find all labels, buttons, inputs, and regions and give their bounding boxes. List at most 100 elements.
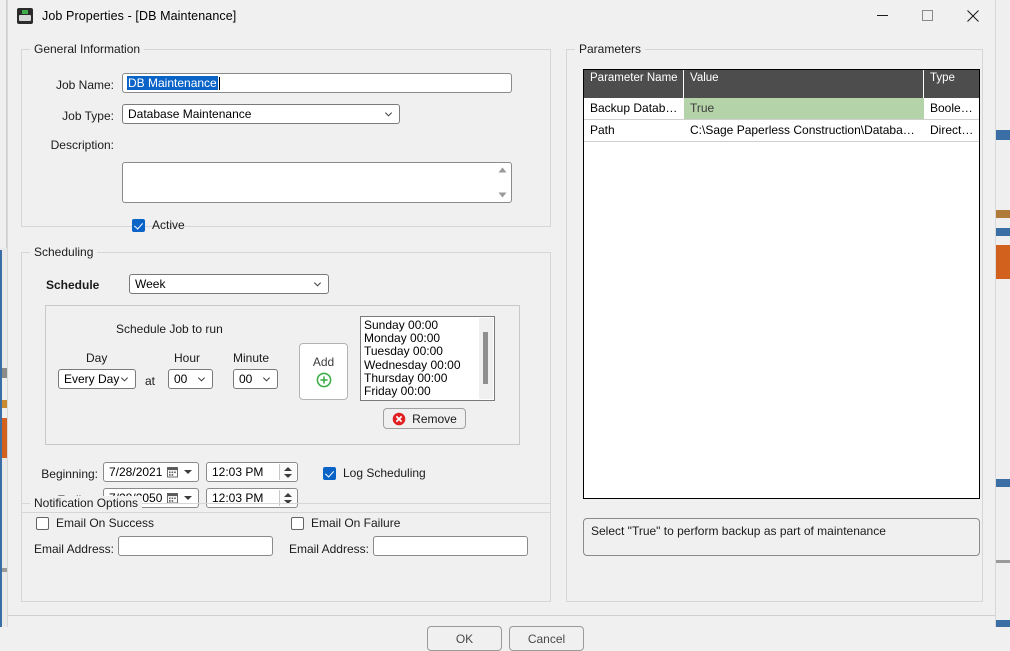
chevron-down-icon bbox=[197, 377, 206, 382]
job-type-select[interactable]: Database Maintenance bbox=[122, 104, 400, 124]
hour-label: Hour bbox=[174, 351, 201, 365]
description-label: Description: bbox=[50, 138, 114, 152]
beginning-date-value: 7/28/2021 bbox=[109, 465, 163, 479]
email-on-failure-label: Email On Failure bbox=[311, 516, 401, 530]
email-on-failure-checkbox[interactable] bbox=[291, 516, 304, 530]
schedule-panel-title: Schedule Job to run bbox=[116, 322, 223, 336]
active-checkbox[interactable] bbox=[132, 218, 145, 232]
email-on-failure-row[interactable]: Email On Failure bbox=[291, 516, 400, 530]
parameters-grid[interactable]: Parameter Name Value Type Backup Databas… bbox=[583, 69, 980, 499]
remove-button-label: Remove bbox=[412, 411, 457, 426]
add-circle-icon bbox=[316, 372, 331, 388]
beginning-time-input[interactable]: 12:03 PM bbox=[206, 462, 298, 482]
chevron-down-icon bbox=[262, 377, 271, 382]
window-controls bbox=[860, 0, 995, 31]
scrollbar-thumb[interactable] bbox=[483, 332, 488, 384]
beginning-time-value: 12:03 PM bbox=[212, 465, 264, 479]
maximize-button[interactable] bbox=[905, 0, 950, 31]
active-label: Active bbox=[152, 218, 185, 232]
notification-options-title: Notification Options bbox=[30, 496, 143, 510]
beginning-date-picker[interactable]: 7/28/2021 bbox=[103, 462, 199, 482]
log-scheduling-checkbox-row[interactable]: Log Scheduling bbox=[323, 466, 426, 480]
success-email-address-input[interactable] bbox=[118, 536, 273, 556]
day-select[interactable]: Every Day bbox=[58, 369, 136, 389]
scroll-down-icon bbox=[498, 192, 506, 198]
list-item[interactable]: Friday 00:00 bbox=[364, 384, 476, 398]
failure-email-address-label: Email Address: bbox=[288, 542, 369, 556]
scroll-up-icon bbox=[498, 167, 506, 173]
schedule-frequency-select[interactable]: Week bbox=[129, 274, 329, 294]
window-title: Job Properties - [DB Maintenance] bbox=[42, 8, 237, 23]
schedule-entries-list[interactable]: Sunday 00:00 Monday 00:00 Tuesday 00:00 … bbox=[360, 316, 495, 401]
active-checkbox-row[interactable]: Active bbox=[132, 218, 185, 232]
column-header-type[interactable]: Type bbox=[924, 70, 979, 98]
job-properties-window: Job Properties - [DB Maintenance] Genera… bbox=[7, 0, 996, 651]
job-type-label: Job Type: bbox=[62, 109, 114, 123]
minute-label: Minute bbox=[233, 351, 270, 365]
table-row[interactable]: Backup Database True Boolean bbox=[584, 98, 979, 120]
calendar-icon bbox=[167, 467, 178, 478]
schedule-frequency-value: Week bbox=[135, 277, 166, 291]
job-name-input[interactable]: DB Maintenance bbox=[122, 73, 512, 93]
minute-value: 00 bbox=[239, 372, 253, 386]
description-scroll-arrows[interactable] bbox=[494, 164, 510, 201]
job-type-value: Database Maintenance bbox=[128, 107, 252, 121]
list-item[interactable]: Tuesday 00:00 bbox=[364, 345, 476, 358]
failure-email-address-input[interactable] bbox=[373, 536, 528, 556]
add-button-label: Add bbox=[312, 355, 335, 369]
schedule-list-scrollbar[interactable] bbox=[479, 318, 493, 399]
at-label: at bbox=[145, 374, 156, 388]
hour-select[interactable]: 00 bbox=[168, 369, 213, 389]
schedule-entries-items: Sunday 00:00 Monday 00:00 Tuesday 00:00 … bbox=[364, 318, 476, 398]
background-window-strip-left bbox=[0, 0, 7, 627]
cell-parameter-name: Path bbox=[590, 123, 615, 137]
spinner-up-icon[interactable] bbox=[284, 492, 292, 497]
email-on-success-checkbox[interactable] bbox=[36, 516, 49, 530]
cell-value[interactable]: C:\Sage Paperless Construction\Database\… bbox=[684, 120, 924, 141]
day-value: Every Day bbox=[64, 372, 120, 386]
spinner-down-icon[interactable] bbox=[284, 473, 292, 478]
remove-circle-icon bbox=[392, 412, 406, 425]
chevron-down-icon bbox=[313, 282, 322, 287]
dialog-body: General Information Job Name: DB Mainten… bbox=[8, 31, 995, 651]
ok-button[interactable]: OK bbox=[427, 626, 502, 651]
parameters-grid-header: Parameter Name Value Type bbox=[584, 70, 979, 98]
log-scheduling-checkbox[interactable] bbox=[323, 466, 336, 480]
list-item[interactable]: Wednesday 00:00 bbox=[364, 358, 476, 372]
scheduling-title: Scheduling bbox=[30, 245, 98, 259]
minute-select[interactable]: 00 bbox=[233, 369, 278, 389]
app-icon bbox=[17, 7, 33, 24]
parameter-help-text: Select "True" to perform backup as part … bbox=[583, 518, 980, 556]
chevron-down-icon bbox=[120, 377, 129, 382]
dropdown-arrow-icon[interactable] bbox=[184, 496, 192, 500]
column-header-parameter-name[interactable]: Parameter Name bbox=[584, 70, 684, 98]
day-label: Day bbox=[86, 351, 108, 365]
calendar-icon bbox=[167, 493, 178, 504]
hour-value: 00 bbox=[174, 372, 188, 386]
dropdown-arrow-icon[interactable] bbox=[184, 470, 192, 474]
description-input[interactable] bbox=[122, 162, 512, 203]
job-name-value: DB Maintenance bbox=[127, 76, 218, 90]
background-window-strip-right bbox=[996, 0, 1010, 627]
parameters-title: Parameters bbox=[575, 42, 646, 56]
job-name-label: Job Name: bbox=[55, 78, 114, 92]
minimize-button[interactable] bbox=[860, 0, 905, 31]
beginning-time-spinner[interactable] bbox=[279, 464, 296, 480]
title-bar: Job Properties - [DB Maintenance] bbox=[8, 0, 995, 31]
table-row[interactable]: Path C:\Sage Paperless Construction\Data… bbox=[584, 120, 979, 142]
close-button[interactable] bbox=[950, 0, 995, 31]
cell-parameter-name: Backup Database bbox=[590, 101, 684, 115]
chevron-down-icon bbox=[384, 112, 393, 117]
email-on-success-row[interactable]: Email On Success bbox=[36, 516, 154, 530]
add-schedule-button[interactable]: Add bbox=[299, 343, 348, 400]
cell-type: Directory bbox=[930, 123, 979, 137]
success-email-address-label: Email Address: bbox=[33, 542, 114, 556]
email-on-success-label: Email On Success bbox=[56, 516, 155, 530]
spinner-up-icon[interactable] bbox=[284, 466, 292, 471]
footer-separator bbox=[8, 615, 995, 616]
cancel-button[interactable]: Cancel bbox=[509, 626, 584, 651]
column-header-value[interactable]: Value bbox=[684, 70, 924, 98]
schedule-label: Schedule bbox=[46, 278, 100, 292]
remove-schedule-button[interactable]: Remove bbox=[383, 408, 466, 429]
cell-value[interactable]: True bbox=[684, 98, 924, 119]
